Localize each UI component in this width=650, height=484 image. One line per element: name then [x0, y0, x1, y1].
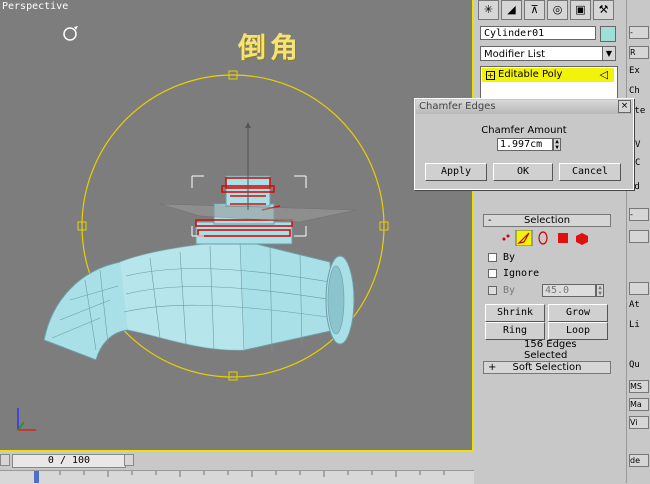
stack-item-label: Editable Poly	[498, 69, 563, 80]
polygon-mode-icon[interactable]	[558, 233, 568, 243]
clipped-button-r[interactable]: R	[629, 46, 649, 59]
object-name-field[interactable]: Cylinder01	[480, 26, 596, 40]
clipped-button-2[interactable]	[629, 282, 649, 295]
clipped-panel-column: - R Ex Ch ate V C Ed - At Li Qu MS Ma Vi…	[626, 0, 650, 483]
track-bar-ticks	[35, 471, 445, 477]
ok-button[interactable]: OK	[493, 163, 553, 181]
arc-rotate-icon[interactable]	[63, 26, 78, 41]
clipped-label-ch: Ch	[629, 86, 640, 96]
object-color-swatch[interactable]	[600, 26, 616, 42]
create-icon[interactable]: ✳	[478, 0, 499, 20]
clipped-button-ms[interactable]: MS	[629, 380, 649, 393]
clipped-button-1[interactable]	[629, 230, 649, 243]
clipped-label-c: C	[635, 158, 641, 168]
clipped-label-qu: Qu	[629, 360, 640, 370]
by-vertex-label: By	[503, 252, 516, 263]
modify-icon[interactable]: ◢	[501, 0, 522, 20]
dialog-title: Chamfer Edges	[419, 101, 496, 112]
timeline-next-button[interactable]	[124, 454, 134, 466]
ignore-backfacing-checkbox[interactable]	[488, 269, 497, 278]
spinner-arrows-icon[interactable]: ▲ ▼	[596, 284, 604, 297]
collapse-button[interactable]: -	[629, 26, 649, 39]
apply-button[interactable]: Apply	[425, 163, 487, 181]
hierarchy-icon[interactable]: ⊼	[524, 0, 545, 20]
time-slider[interactable]: 0 / 100	[12, 454, 126, 468]
modifier-list-dropdown[interactable]: Modifier List ▼	[480, 46, 616, 61]
clipped-label-li: Li	[629, 320, 640, 330]
viewport-scene	[17, 26, 389, 431]
selection-rollout-header[interactable]: - Selection	[483, 214, 611, 227]
grow-button[interactable]: Grow	[548, 304, 608, 322]
perspective-viewport[interactable]: Perspective 倒角	[0, 0, 474, 452]
close-icon[interactable]: ×	[618, 100, 631, 113]
time-slider-marker	[34, 471, 39, 483]
motion-icon[interactable]: ◎	[547, 0, 568, 20]
clipped-label-v: V	[635, 140, 641, 150]
clipped-button-de[interactable]: de	[629, 454, 649, 467]
cancel-button[interactable]: Cancel	[559, 163, 621, 181]
axis-tripod-icon	[17, 408, 36, 431]
clipped-button-ma[interactable]: Ma	[629, 398, 649, 411]
gizmo-handle-bottom	[228, 371, 238, 381]
chamfer-amount-spinner[interactable]: 1.997cm ▲ ▼	[497, 138, 561, 151]
by-angle-checkbox[interactable]	[488, 286, 497, 295]
display-icon[interactable]: ▣	[570, 0, 591, 20]
subobject-icons	[502, 230, 588, 246]
chamfer-amount-label: Chamfer Amount	[481, 125, 567, 136]
spinner-arrows-icon[interactable]: ▲ ▼	[553, 138, 561, 151]
command-panel-tabs: ✳ ◢ ⊼ ◎ ▣ ⚒	[478, 0, 618, 22]
ignore-backfacing-label: Ignore	[503, 268, 540, 279]
selection-rollout-title: Selection	[523, 215, 571, 226]
vertex-mode-icon[interactable]	[502, 234, 510, 241]
by-vertex-checkbox[interactable]	[488, 253, 497, 262]
utilities-icon[interactable]: ⚒	[593, 0, 614, 20]
soft-selection-rollout-title: Soft Selection	[512, 362, 582, 373]
expand-icon: +	[488, 362, 497, 373]
clipped-collapse-button[interactable]: -	[629, 208, 649, 221]
element-mode-icon[interactable]	[576, 233, 588, 245]
stack-item-editable-poly[interactable]: + Editable Poly ◁	[482, 68, 614, 82]
collapse-icon: -	[488, 215, 492, 226]
border-mode-icon[interactable]	[538, 231, 548, 245]
expand-icon[interactable]: +	[486, 71, 495, 80]
soft-selection-rollout-header[interactable]: + Soft Selection	[483, 361, 611, 374]
dialog-title-bar[interactable]: Chamfer Edges	[416, 100, 632, 114]
ring-button[interactable]: Ring	[485, 322, 545, 340]
clipped-button-vi[interactable]: Vi	[629, 416, 649, 429]
modifier-list-label: Modifier List	[484, 49, 546, 60]
chevron-down-icon[interactable]: ▼	[602, 47, 615, 60]
loop-button[interactable]: Loop	[548, 322, 608, 340]
track-bar[interactable]	[0, 470, 474, 484]
chamfer-amount-value[interactable]: 1.997cm	[500, 139, 542, 150]
edge-subobject-icon: ◁	[599, 68, 608, 81]
timeline-prev-button[interactable]	[0, 454, 10, 466]
clipped-label-at: At	[629, 300, 640, 310]
angle-threshold-spinner[interactable]: 45.0 ▲ ▼	[542, 284, 604, 297]
angle-threshold-value: 45.0	[545, 285, 570, 296]
selection-rollout: - Selection By Ignore By 45.0 ▲ ▼ Shrink …	[478, 211, 616, 461]
by-angle-label: By	[503, 285, 516, 296]
shrink-button[interactable]: Shrink	[485, 304, 545, 322]
clipped-label-ex: Ex	[629, 66, 640, 76]
selection-status: 156 Edges Selected	[524, 339, 577, 361]
faucet-mesh[interactable]	[43, 122, 357, 361]
chamfer-edges-dialog: Chamfer Edges × Chamfer Amount 1.997cm ▲…	[414, 98, 634, 190]
